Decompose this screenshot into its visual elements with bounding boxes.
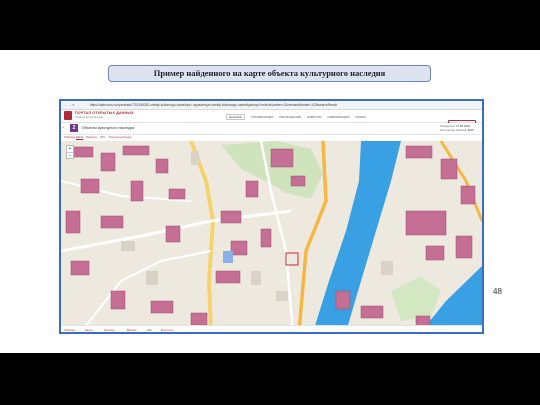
map-zoom-control: + − xyxy=(66,145,74,159)
nav-item-data[interactable]: ДАННЫЕ xyxy=(226,114,246,120)
tab-passport[interactable]: Паспорт xyxy=(86,135,97,139)
city-map[interactable] xyxy=(61,141,482,332)
browser-url[interactable]: https://data.mos.ru/opendata/7702155262-… xyxy=(90,103,337,107)
footer-link-table[interactable]: Таблица xyxy=(64,328,75,332)
plus-icon[interactable]: + xyxy=(67,146,73,153)
nav-item-info[interactable]: ИНФОРМАЦИЯ xyxy=(328,115,350,119)
tab-map[interactable]: Карта xyxy=(76,135,84,140)
nav-item-news[interactable]: НОВОСТИ xyxy=(307,115,322,119)
browser-address-bar[interactable]: ← → ⟳ https://data.mos.ru/opendata/770215… xyxy=(61,101,482,110)
footer-link-versions[interactable]: Версии xyxy=(127,328,137,332)
dataset-number-badge: 2 xyxy=(70,124,78,132)
footer-link-passport[interactable]: Паспорт xyxy=(104,328,115,332)
portal-logo-icon[interactable] xyxy=(64,111,72,120)
arrow-left-icon[interactable]: ‹ xyxy=(63,125,65,131)
portal-logo-text[interactable]: ПОРТАЛ ОТКРЫТЫХ ДАННЫХ xyxy=(75,111,134,116)
tab-api[interactable]: API xyxy=(100,135,105,139)
nav-item-apps[interactable]: ПРИЛОЖЕНИЯ xyxy=(279,115,301,119)
portal-logo-subtext: Правительства Москвы xyxy=(75,116,104,119)
browser-nav-icons[interactable]: ← → ⟳ xyxy=(61,101,90,109)
dataset-title: Объекты культурного наследия xyxy=(82,126,135,130)
dataset-footer-links: Таблица Карта Паспорт Версии API Получит… xyxy=(61,325,482,332)
tab-table[interactable]: Таблица xyxy=(64,135,75,139)
footer-link-map[interactable]: Карта xyxy=(85,328,92,332)
dataset-header: ‹ 2 Объекты культурного наследия Обновле… xyxy=(61,123,482,135)
portal-top-nav: ДАННЫЕ СПРАВОЧНИКИ ПРИЛОЖЕНИЯ НОВОСТИ ИН… xyxy=(226,114,371,120)
dataset-tabs: Таблица Карта Паспорт API Получить Ссылк… xyxy=(61,135,482,140)
dataset-meta: Обновлено: 17.06.2016 Количество записей… xyxy=(440,124,474,132)
page-number: 48 xyxy=(493,287,502,296)
footer-link-api[interactable]: API xyxy=(147,328,152,332)
minus-icon[interactable]: − xyxy=(67,153,73,159)
slide: Пример найденного на карте объекта культ… xyxy=(0,50,540,353)
selected-object-fill xyxy=(223,251,233,263)
records-value: 8207 xyxy=(467,128,474,132)
tab-get-link[interactable]: Получить Ссылку xyxy=(109,135,132,139)
slide-title: Пример найденного на карте объекта культ… xyxy=(108,65,431,82)
records-label: Количество записей: xyxy=(439,128,467,132)
portal-header: ПОРТАЛ ОТКРЫТЫХ ДАННЫХ Правительства Мос… xyxy=(61,110,482,128)
browser-screenshot: ← → ⟳ https://data.mos.ru/opendata/770215… xyxy=(59,99,484,334)
nav-item-catalogs[interactable]: СПРАВОЧНИКИ xyxy=(251,115,274,119)
nav-item-search[interactable]: ПОИСК xyxy=(355,115,366,119)
footer-link-get[interactable]: Получить xyxy=(161,328,173,332)
